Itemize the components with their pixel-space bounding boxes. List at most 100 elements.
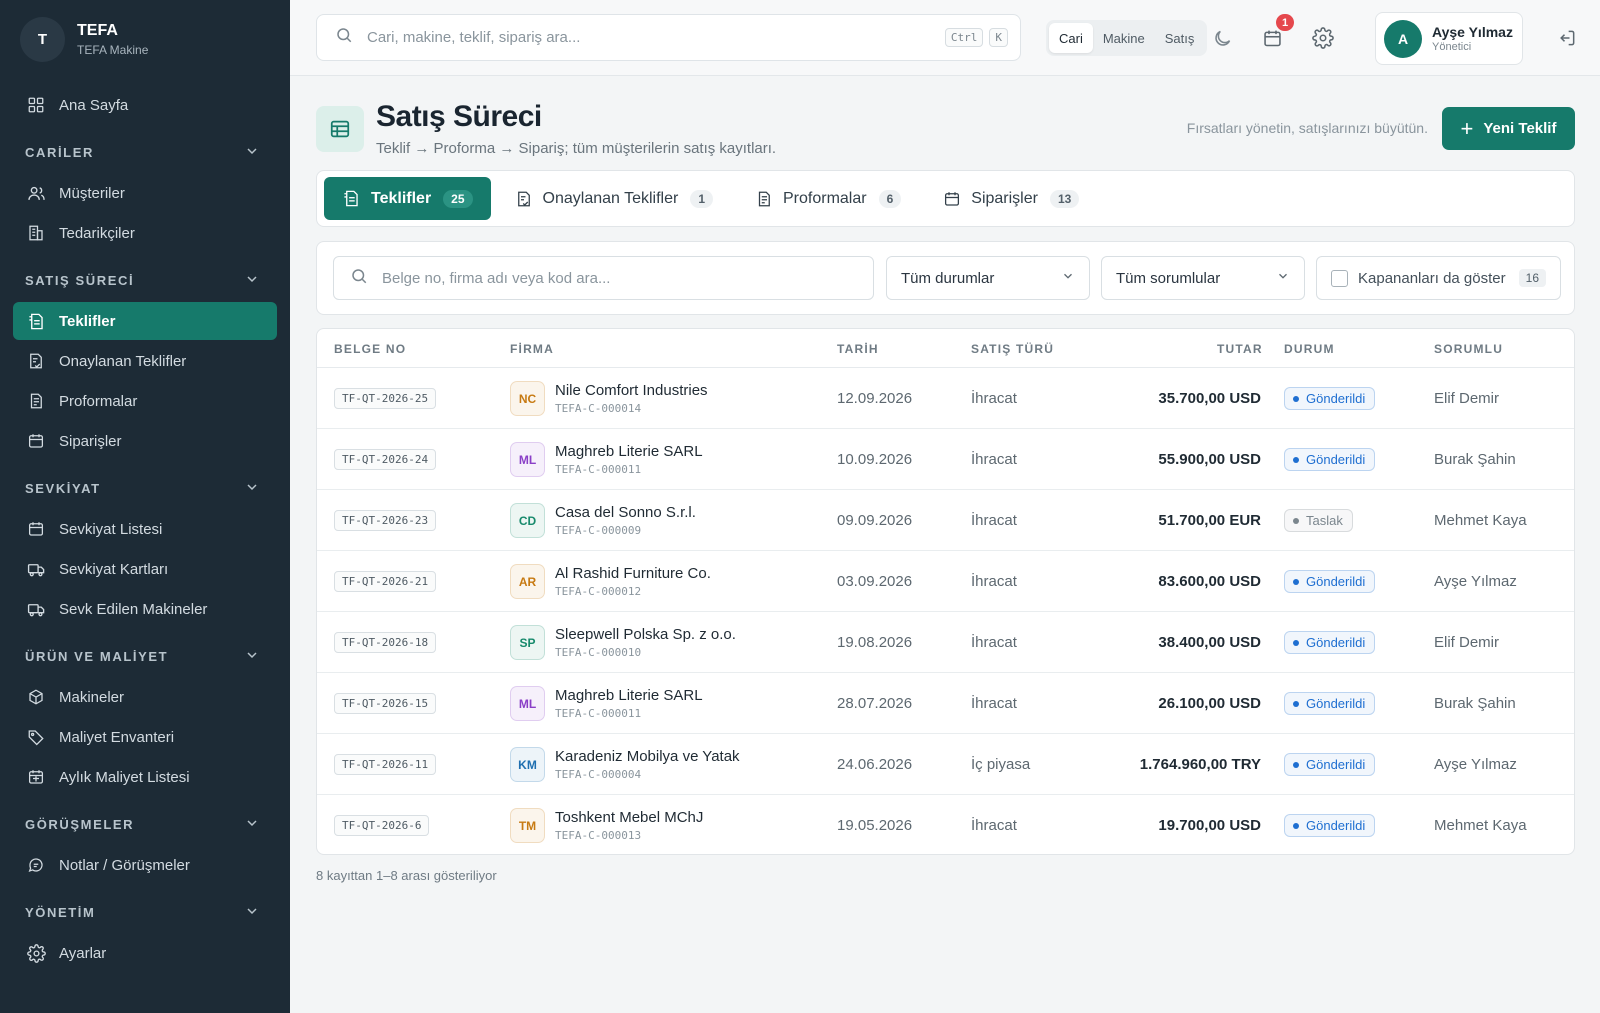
firm-name[interactable]: Karadeniz Mobilya ve Yatak [555,748,740,765]
user-role: Yönetici [1432,41,1472,53]
theme-toggle-moon-icon[interactable] [1208,24,1236,52]
firm-name[interactable]: Al Rashid Furniture Co. [555,565,711,582]
table-row[interactable]: TF-QT-2026-24 ML Maghreb Literie SARL TE… [317,429,1574,490]
sidebar-item-aylik-maliyet-listesi[interactable]: Aylık Maliyet Listesi [13,758,277,796]
sidebar-item-siparisler[interactable]: Siparişler [13,422,277,460]
sidebar-item-sevkiyat-listesi[interactable]: Sevkiyat Listesi [13,510,277,548]
sidebar-item-ana-sayfa[interactable]: Ana Sayfa [13,86,277,124]
sidebar-item-proformalar[interactable]: Proformalar [13,382,277,420]
show-closed-toggle[interactable]: Kapananları da göster 16 [1316,256,1561,300]
sidebar-item-musteriler[interactable]: Müşteriler [13,174,277,212]
firm-code: TEFA-C-000009 [555,524,642,537]
document-number[interactable]: TF-QT-2026-24 [334,449,437,470]
sidebar-item-makineler[interactable]: Makineler [13,678,277,716]
firm-name[interactable]: Toshkent Mebel MChJ [555,809,703,826]
quote-doc-icon [26,311,46,331]
tab-count-badge: 13 [1049,189,1080,208]
quote-doc-icon [342,189,361,208]
sidebar-section-satis-sureci[interactable]: SATIŞ SÜRECİ [0,260,290,300]
gear-icon [26,943,46,963]
status-label: Gönderildi [1306,635,1366,650]
table-row[interactable]: TF-QT-2026-25 NC Nile Comfort Industries… [317,368,1574,429]
document-number[interactable]: TF-QT-2026-25 [334,388,437,409]
column-header-doc[interactable]: BELGE NO [334,342,406,356]
sidebar-section-gorusmeler[interactable]: GÖRÜŞMELER [0,804,290,844]
sidebar-item-sevkiyat-kartlari[interactable]: Sevkiyat Kartları [13,550,277,588]
firm-name[interactable]: Sleepwell Polska Sp. z o.o. [555,626,736,643]
column-header-status[interactable]: DURUM [1284,342,1335,356]
brand-name: TEFA [77,21,118,39]
sidebar-item-label: Ana Sayfa [59,96,129,114]
users-icon [26,183,46,203]
global-search-input[interactable] [367,29,939,46]
scope-satis[interactable]: Satış [1155,23,1205,53]
quotes-table: BELGE NO FİRMA TARİH SATIŞ TÜRÜ TUTAR DU… [316,328,1575,855]
document-search-input[interactable] [382,269,857,287]
status-badge: Gönderildi [1284,814,1376,837]
avatar: A [1384,19,1422,58]
firm-initials-badge: ML [510,442,545,477]
status-label: Gönderildi [1306,452,1366,467]
firm-name[interactable]: Nile Comfort Industries [555,382,708,399]
firm-initials-badge: NC [510,381,545,416]
scope-makine[interactable]: Makine [1093,23,1155,53]
document-number[interactable]: TF-QT-2026-11 [334,754,437,775]
chevron-down-icon [244,903,260,922]
tab-teklifler[interactable]: Teklifler 25 [324,177,491,220]
firm-name[interactable]: Casa del Sonno S.r.l. [555,504,696,521]
table-row[interactable]: TF-QT-2026-23 CD Casa del Sonno S.r.l. T… [317,490,1574,551]
sidebar-item-notlar-gorusmeler[interactable]: Notlar / Görüşmeler [13,846,277,884]
table-row[interactable]: TF-QT-2026-21 AR Al Rashid Furniture Co.… [317,551,1574,612]
document-search[interactable] [333,256,874,300]
logout-icon[interactable] [1553,24,1581,52]
column-header-firm[interactable]: FİRMA [510,342,554,356]
calendar-notifications-icon[interactable]: 1 [1258,14,1294,52]
sidebar-section-yoneti-m[interactable]: YÖNETİM [0,892,290,932]
column-header-owner[interactable]: SORUMLU [1434,342,1503,356]
tab-onaylanan-teklifler[interactable]: Onaylanan Teklifler 1 [497,177,731,220]
table-row[interactable]: TF-QT-2026-11 KM Karadeniz Mobilya ve Ya… [317,734,1574,795]
user-menu[interactable]: A Ayşe Yılmaz Yönetici [1375,12,1523,65]
quote-amount: 1.764.960,00 TRY [1139,756,1261,773]
firm-name[interactable]: Maghreb Literie SARL [555,443,703,460]
show-closed-checkbox[interactable] [1331,269,1348,287]
scope-cari[interactable]: Cari [1049,23,1093,53]
owner-filter-select[interactable]: Tüm sorumlular [1101,256,1305,300]
closed-count-badge: 16 [1518,269,1546,287]
table-row[interactable]: TF-QT-2026-18 SP Sleepwell Polska Sp. z … [317,612,1574,673]
sidebar-section-title: YÖNETİM [25,904,96,920]
document-number[interactable]: TF-QT-2026-18 [334,632,437,653]
tab-siparisler[interactable]: Siparişler 13 [925,177,1097,220]
document-number[interactable]: TF-QT-2026-15 [334,693,437,714]
global-search[interactable]: Ctrl K [316,14,1021,61]
sidebar-item-onaylanan-teklifler[interactable]: Onaylanan Teklifler [13,342,277,380]
status-dot [1293,395,1299,402]
sidebar-section-urun-ve-mali-yet[interactable]: ÜRÜN VE MALİYET [0,636,290,676]
sidebar-section-cari-ler[interactable]: CARİLER [0,132,290,172]
firm-name[interactable]: Maghreb Literie SARL [555,687,703,704]
brand[interactable]: T TEFA TEFA Makine [0,0,290,78]
tab-proformalar[interactable]: Proformalar 6 [737,177,919,220]
document-number[interactable]: TF-QT-2026-23 [334,510,437,531]
document-number[interactable]: TF-QT-2026-21 [334,571,437,592]
owner-name: Ayşe Yılmaz [1434,756,1517,773]
sidebar-item-maliyet-envanteri[interactable]: Maliyet Envanteri [13,718,277,756]
chat-icon [26,855,46,875]
status-filter-select[interactable]: Tüm durumlar [886,256,1090,300]
column-header-date[interactable]: TARİH [837,342,879,356]
column-header-sale-type[interactable]: SATIŞ TÜRÜ [971,342,1054,356]
table-row[interactable]: TF-QT-2026-6 TM Toshkent Mebel MChJ TEFA… [317,795,1574,854]
sidebar-item-teklifler[interactable]: Teklifler [13,302,277,340]
document-number[interactable]: TF-QT-2026-6 [334,815,430,836]
sidebar-item-tedarikciler[interactable]: Tedarikçiler [13,214,277,252]
sidebar-section-sevki-yat[interactable]: SEVKİYAT [0,468,290,508]
settings-gear-icon[interactable] [1309,24,1337,52]
sidebar-item-label: Teklifler [59,312,116,330]
column-header-amount[interactable]: TUTAR [1217,342,1262,356]
sidebar-item-ayarlar[interactable]: Ayarlar [13,934,277,972]
new-quote-button[interactable]: + Yeni Teklif [1442,107,1575,150]
tab-label: Proformalar [783,189,867,207]
table-row[interactable]: TF-QT-2026-15 ML Maghreb Literie SARL TE… [317,673,1574,734]
firm-initials-badge: SP [510,625,545,660]
sidebar-item-sevk-edilen-makineler[interactable]: Sevk Edilen Makineler [13,590,277,628]
